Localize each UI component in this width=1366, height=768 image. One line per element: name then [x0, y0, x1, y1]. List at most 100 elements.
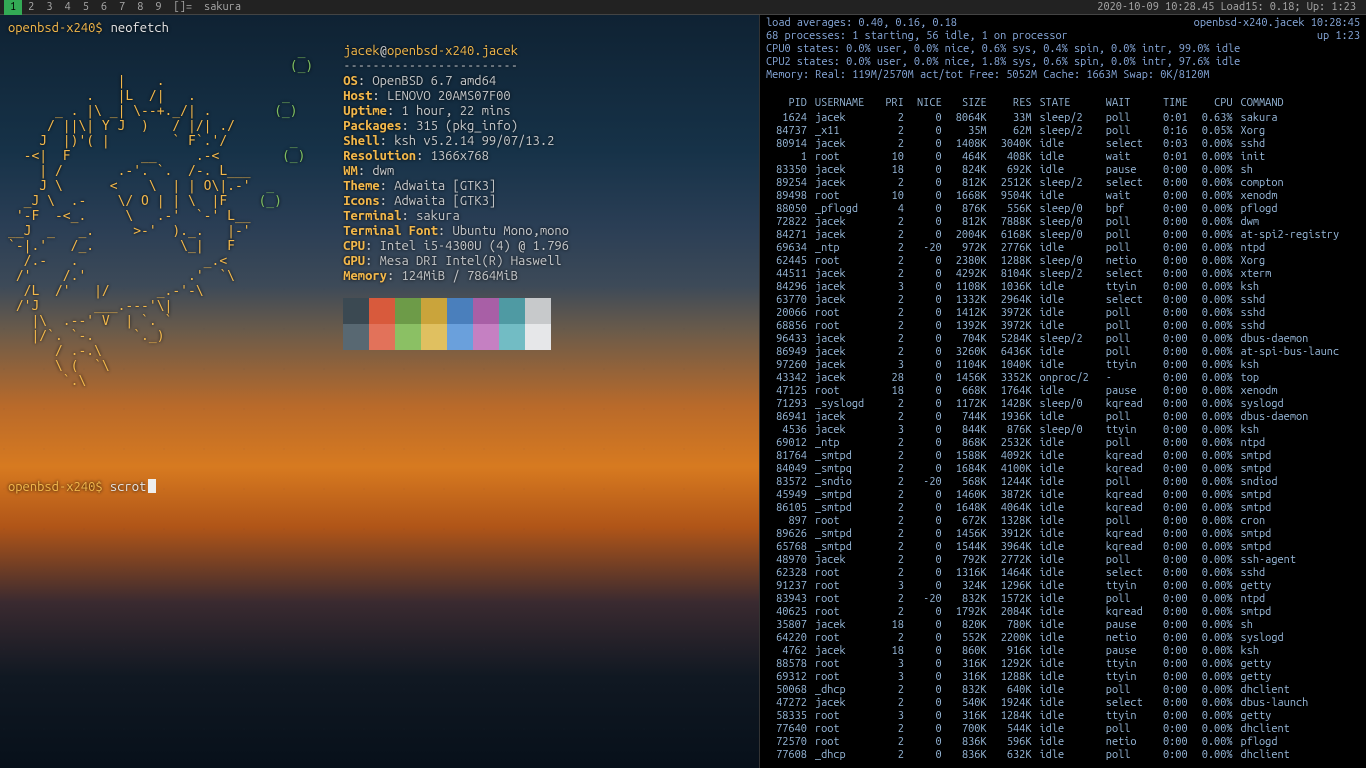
- table-row: 58335root30316K1284Kidlettyin0:000.00%ge…: [766, 710, 1360, 723]
- dwm-tags: 123456789: [4, 0, 168, 15]
- table-row: 77640root20700K544Kidlepoll0:000.00%dhcl…: [766, 723, 1360, 736]
- table-row: 35807jacek180820K780Kidlepause0:000.00%s…: [766, 619, 1360, 632]
- table-row: 44511jacek204292K8104Ksleep/2select0:000…: [766, 268, 1360, 281]
- nf-host: openbsd-x240.jacek: [387, 44, 518, 58]
- table-row: 71293_syslogd201172K1428Ksleep/0kqread0:…: [766, 398, 1360, 411]
- top-col-res: RES: [991, 97, 1036, 112]
- table-row: 72570root20836K596Kidlenetio0:000.00%pfl…: [766, 736, 1360, 749]
- table-row: 83350jacek180824K692Kidlepause0:000.00%s…: [766, 164, 1360, 177]
- swatch: [447, 298, 473, 324]
- table-row: 91237root30324K1296Kidlettyin0:000.00%ge…: [766, 580, 1360, 593]
- neofetch-info: jacek@openbsd-x240.jacek ---------------…: [343, 44, 569, 389]
- table-row: 97260jacek301104K1040Kidlettyin0:000.00%…: [766, 359, 1360, 372]
- nf-field-cpu: CPU: Intel i5-4300U (4) @ 1.796: [343, 239, 569, 254]
- swatch: [369, 298, 395, 324]
- terminal-left[interactable]: openbsd-x240$ neofetch _ (_) | . . |L /|…: [0, 15, 760, 768]
- table-row: 45949_smtpd201460K3872Kidlekqread0:000.0…: [766, 489, 1360, 502]
- nf-field-shell: Shell: ksh v5.2.14 99/07/13.2: [343, 134, 569, 149]
- table-row: 89254jacek20812K2512Ksleep/2select0:000.…: [766, 177, 1360, 190]
- table-row: 69012_ntp20868K2532Kidlepoll0:000.00%ntp…: [766, 437, 1360, 450]
- dwm-tag-6[interactable]: 6: [95, 0, 113, 15]
- swatch: [499, 324, 525, 350]
- top-col-state: STATE: [1036, 97, 1102, 112]
- table-row: 48970jacek20792K2772Kidlepoll0:000.00%ss…: [766, 554, 1360, 567]
- table-row: 43342jacek2801456K3352Konproc/2-0:000.00…: [766, 372, 1360, 385]
- swatch: [343, 324, 369, 350]
- table-row: 1624jacek208064K33Msleep/2poll0:010.63%s…: [766, 112, 1360, 125]
- dwm-bar: 123456789 []= sakura 2020-10-09 10:28.45…: [0, 0, 1366, 15]
- swatch: [525, 324, 551, 350]
- dwm-tag-9[interactable]: 9: [149, 0, 167, 15]
- table-row: 4762jacek180860K916Kidlepause0:000.00%ks…: [766, 645, 1360, 658]
- nf-field-memory: Memory: 124MiB / 7864MiB: [343, 269, 569, 284]
- table-row: 68856root201392K3972Kidlepoll0:000.00%ss…: [766, 320, 1360, 333]
- table-row: 86949jacek203260K6436Kidlepoll0:000.00%a…: [766, 346, 1360, 359]
- dwm-tag-5[interactable]: 5: [77, 0, 95, 15]
- swatch: [447, 324, 473, 350]
- prompt-line-2: openbsd-x240$ scrot: [8, 479, 751, 495]
- swatch: [421, 298, 447, 324]
- dwm-tag-8[interactable]: 8: [131, 0, 149, 15]
- table-row: 89626_smtpd201456K3912Kidlekqread0:000.0…: [766, 528, 1360, 541]
- swatch: [395, 298, 421, 324]
- nf-user: jacek: [343, 44, 379, 58]
- table-row: 1root100464K408Kidlewait0:010.00%init: [766, 151, 1360, 164]
- table-row: 96433jacek20704K5284Ksleep/2poll0:000.00…: [766, 333, 1360, 346]
- nf-field-terminal-font: Terminal Font: Ubuntu Mono,mono: [343, 224, 569, 239]
- table-row: 62328root201316K1464Kidleselect0:000.00%…: [766, 567, 1360, 580]
- dwm-window-title: sakura: [198, 1, 247, 13]
- swatch: [499, 298, 525, 324]
- swatch: [369, 324, 395, 350]
- nf-field-host: Host: LENOVO 20AMS07F00: [343, 89, 569, 104]
- top-col-size: SIZE: [946, 97, 991, 112]
- table-row: 20066root201412K3972Kidlepoll0:000.00%ss…: [766, 307, 1360, 320]
- top-col-command: COMMAND: [1237, 97, 1360, 112]
- nf-field-uptime: Uptime: 1 hour, 22 mins: [343, 104, 569, 119]
- table-row: 69312root30316K1288Kidlettyin0:000.00%ge…: [766, 671, 1360, 684]
- nf-field-gpu: GPU: Mesa DRI Intel(R) Haswell: [343, 254, 569, 269]
- table-row: 88578root30316K1292Kidlettyin0:000.00%ge…: [766, 658, 1360, 671]
- swatch: [473, 298, 499, 324]
- table-row: 62445root202380K1288Ksleep/0netio0:000.0…: [766, 255, 1360, 268]
- dwm-tag-2[interactable]: 2: [22, 0, 40, 15]
- table-row: 72822jacek20812K7888Ksleep/0poll0:000.00…: [766, 216, 1360, 229]
- table-row: 84049_smtpq201684K4100Kidlekqread0:000.0…: [766, 463, 1360, 476]
- dwm-tag-1[interactable]: 1: [4, 0, 22, 15]
- swatch: [395, 324, 421, 350]
- table-row: 897root20672K1328Kidlepoll0:000.00%cron: [766, 515, 1360, 528]
- table-row: 83572_sndio2-20568K1244Kidlepoll0:000.00…: [766, 476, 1360, 489]
- table-row: 84737_x112035M62Msleep/2poll0:160.05%Xor…: [766, 125, 1360, 138]
- table-row: 64220root20552K2200Kidlenetio0:000.00%sy…: [766, 632, 1360, 645]
- top-header: load averages: 0.40, 0.16, 0.18openbsd-x…: [766, 17, 1360, 95]
- nf-field-os: OS: OpenBSD 6.7 amd64: [343, 74, 569, 89]
- table-row: 84271jacek202004K6168Ksleep/0poll0:000.0…: [766, 229, 1360, 242]
- top-col-username: USERNAME: [811, 97, 877, 112]
- dwm-tag-4[interactable]: 4: [59, 0, 77, 15]
- table-row: 47125root180668K1764Kidlepause0:000.00%x…: [766, 385, 1360, 398]
- table-row: 86105_smtpd201648K4064Kidlekqread0:000.0…: [766, 502, 1360, 515]
- dwm-status: 2020-10-09 10:28.45 Load15: 0.18; Up: 1:…: [1091, 1, 1362, 13]
- top-col-pid: PID: [766, 97, 811, 112]
- dwm-layout[interactable]: []=: [168, 1, 198, 13]
- swatch: [525, 298, 551, 324]
- dwm-tag-3[interactable]: 3: [40, 0, 58, 15]
- table-row: 77608_dhcp20836K632Kidlepoll0:000.00%dhc…: [766, 749, 1360, 762]
- color-swatches-dark: [343, 298, 569, 324]
- terminal-right-top[interactable]: load averages: 0.40, 0.16, 0.18openbsd-x…: [760, 15, 1366, 768]
- nf-field-theme: Theme: Adwaita [GTK3]: [343, 179, 569, 194]
- dwm-tag-7[interactable]: 7: [113, 0, 131, 15]
- top-col-time: TIME: [1154, 97, 1192, 112]
- cmd-neofetch: neofetch: [111, 21, 169, 36]
- table-row: 84296jacek301108K1036Kidlettyin0:000.00%…: [766, 281, 1360, 294]
- cmd-scrot: scrot: [110, 480, 146, 494]
- table-row: 86941jacek20744K1936Kidlepoll0:000.00%db…: [766, 411, 1360, 424]
- table-row: 80914jacek201408K3040Kidleselect0:030.00…: [766, 138, 1360, 151]
- cursor: [148, 479, 156, 493]
- ps1: openbsd-x240$: [8, 21, 103, 36]
- top-col-pri: PRI: [877, 97, 908, 112]
- top-col-nice: NICE: [908, 97, 946, 112]
- color-swatches-light: [343, 324, 569, 350]
- table-row: 4536jacek30844K876Ksleep/0ttyin0:000.00%…: [766, 424, 1360, 437]
- swatch: [473, 324, 499, 350]
- nf-field-wm: WM: dwm: [343, 164, 569, 179]
